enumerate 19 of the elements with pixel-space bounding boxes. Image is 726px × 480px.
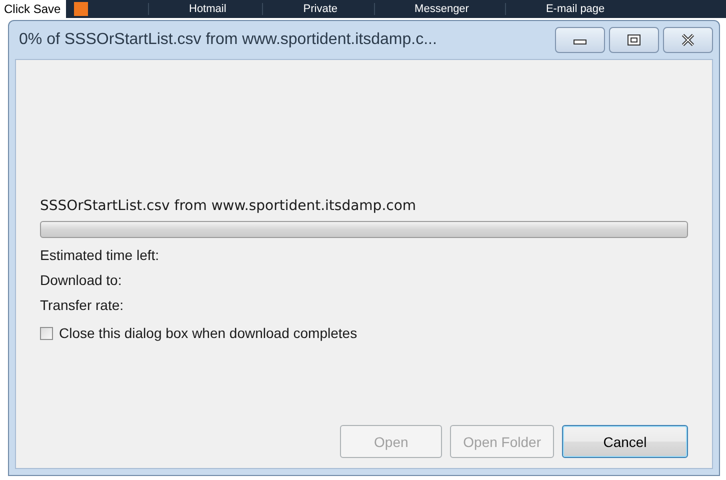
nav-link[interactable]: Private — [262, 3, 374, 15]
close-button[interactable] — [663, 27, 713, 53]
nav-link[interactable]: E-mail page — [504, 3, 641, 15]
field-label: Estimated time left: — [40, 247, 160, 263]
minimize-button[interactable] — [555, 27, 605, 53]
file-name: SSSOrStartList.csv from www.sportident.itsdamp.com — [40, 198, 418, 214]
maximize-icon — [627, 34, 641, 46]
logo-icon — [74, 2, 88, 16]
window-title: 0% of SSSOrStartList.csv from www.sportident.itsdamp.c... — [18, 31, 437, 49]
maximize-button[interactable] — [609, 27, 659, 53]
close-icon — [680, 34, 696, 46]
page-caption: Click Save — [3, 1, 62, 16]
checkbox[interactable] — [40, 326, 53, 340]
dialog-button[interactable]: Cancel — [562, 425, 688, 458]
field-label: Download to: — [40, 272, 123, 288]
checkbox-label[interactable]: Close this dialog box when download completes — [59, 325, 358, 341]
nav-link[interactable]: Messenger — [374, 3, 505, 15]
nav-link[interactable]: Hotmail — [148, 3, 262, 15]
field-label: Transfer rate: — [40, 297, 125, 313]
